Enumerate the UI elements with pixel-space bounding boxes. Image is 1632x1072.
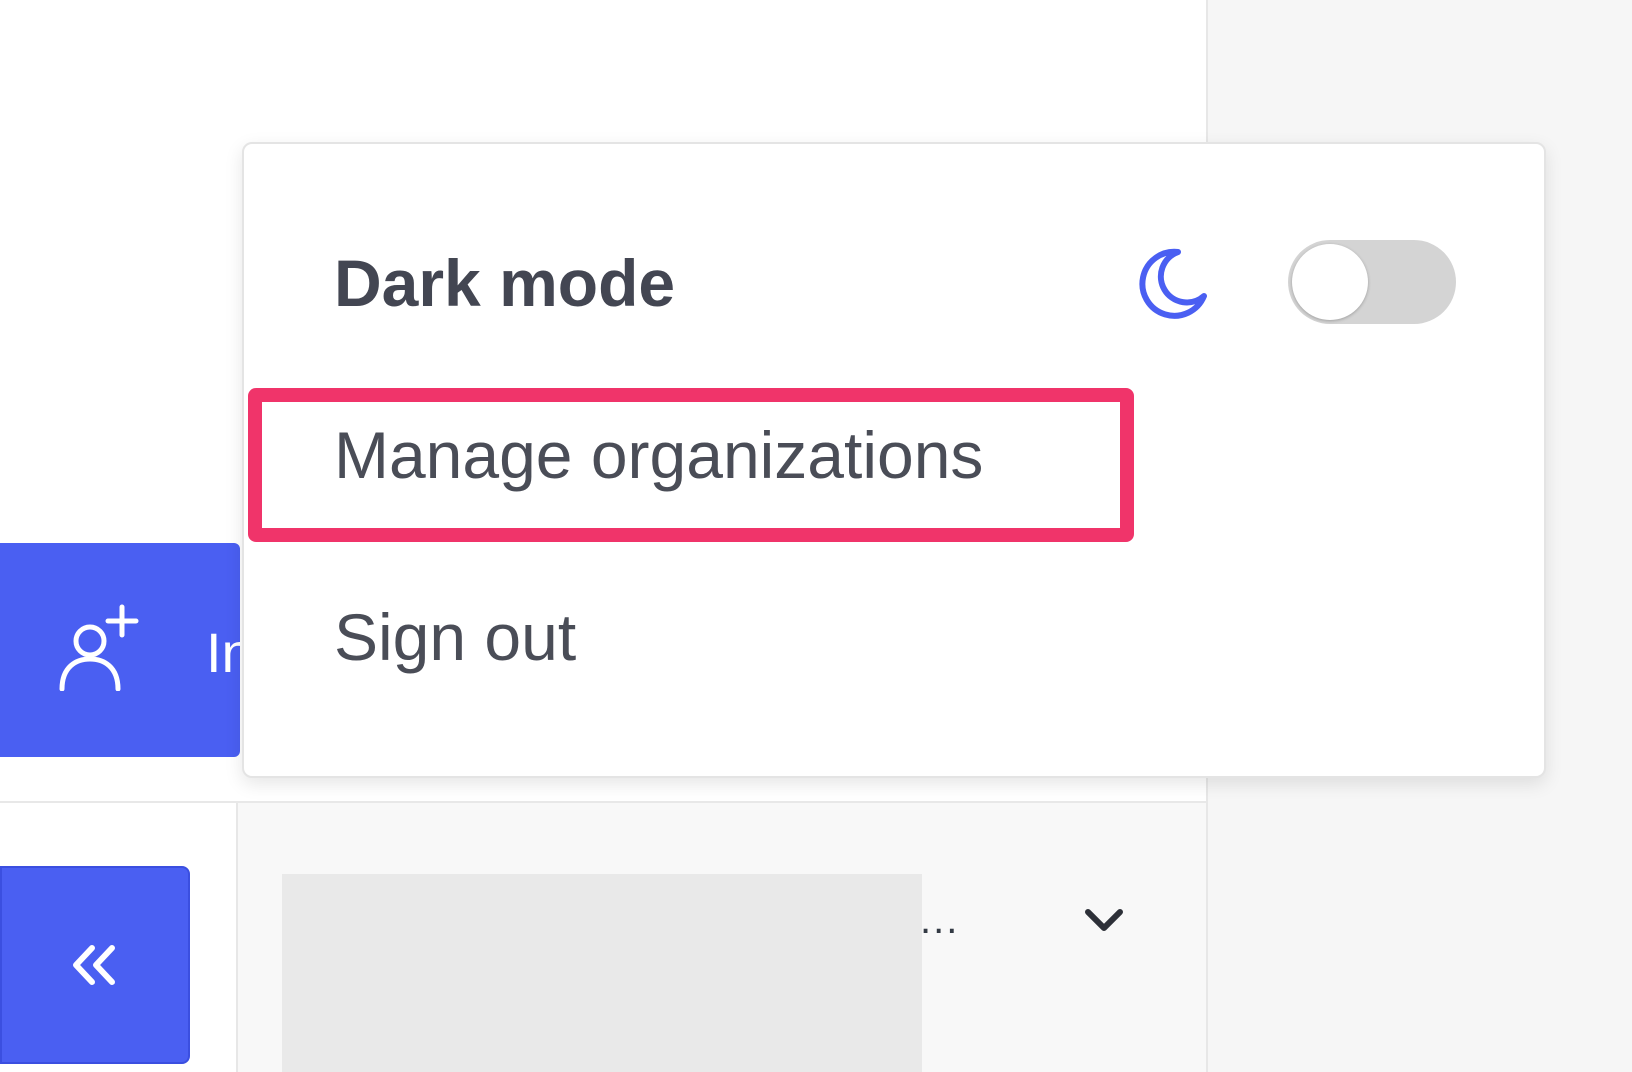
invite-button-label: In xyxy=(206,621,240,684)
collapse-sidebar-button[interactable] xyxy=(0,866,190,1064)
invite-button[interactable]: In xyxy=(0,543,240,757)
user-menu: Dark mode Manage organizations Sign out xyxy=(242,142,1546,778)
dark-mode-toggle[interactable] xyxy=(1288,240,1456,324)
toggle-knob xyxy=(1292,244,1368,320)
sign-out-item[interactable]: Sign out xyxy=(334,604,576,670)
manage-organizations-item[interactable]: Manage organizations xyxy=(334,422,983,488)
moon-icon xyxy=(1139,248,1207,319)
dark-mode-label: Dark mode xyxy=(334,246,676,320)
app-window: In ... Dark mode Manage organizations Si… xyxy=(0,0,1632,1072)
selector-placeholder[interactable] xyxy=(282,874,922,1072)
double-chevron-left-icon xyxy=(73,945,115,985)
chevron-down-icon[interactable] xyxy=(1084,906,1124,934)
person-add-icon xyxy=(59,604,139,691)
ellipsis-text: ... xyxy=(920,898,960,942)
